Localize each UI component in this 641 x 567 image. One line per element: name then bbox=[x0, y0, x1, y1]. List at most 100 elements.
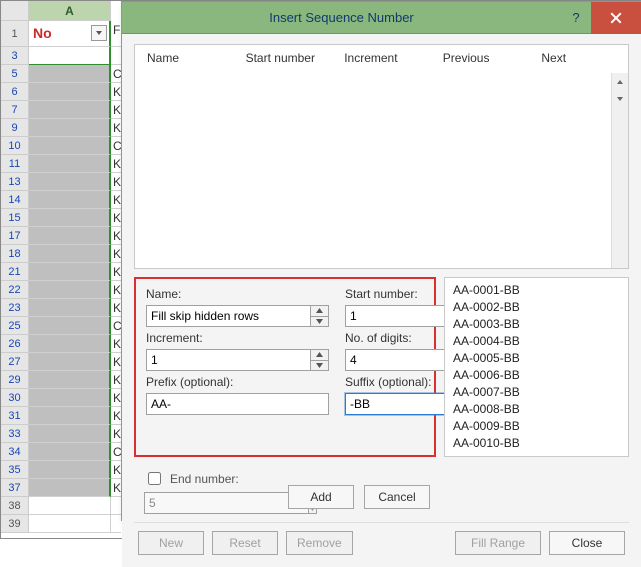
cell[interactable] bbox=[29, 281, 111, 299]
cell[interactable]: C bbox=[111, 137, 121, 155]
cell[interactable]: C bbox=[111, 317, 121, 335]
cell[interactable]: K bbox=[111, 479, 121, 497]
cell[interactable]: K bbox=[111, 209, 121, 227]
cell[interactable]: K bbox=[111, 119, 121, 137]
row-header[interactable]: 3 bbox=[1, 47, 29, 65]
row-header[interactable]: 35 bbox=[1, 461, 29, 479]
row-header[interactable]: 37 bbox=[1, 479, 29, 497]
new-button[interactable]: New bbox=[138, 531, 204, 555]
cell[interactable] bbox=[29, 389, 111, 407]
cell[interactable] bbox=[29, 173, 111, 191]
add-button[interactable]: Add bbox=[288, 485, 354, 509]
cell[interactable] bbox=[111, 47, 121, 65]
cell[interactable]: K bbox=[111, 425, 121, 443]
increment-input[interactable] bbox=[146, 349, 311, 371]
row-header[interactable]: 7 bbox=[1, 101, 29, 119]
cell[interactable]: K bbox=[111, 407, 121, 425]
row-header[interactable]: 18 bbox=[1, 245, 29, 263]
cell[interactable] bbox=[29, 65, 111, 83]
cell[interactable]: C bbox=[111, 443, 121, 461]
row-header[interactable]: 1 bbox=[1, 21, 29, 47]
cell[interactable]: K bbox=[111, 101, 121, 119]
cell[interactable] bbox=[29, 263, 111, 281]
end-number-checkbox[interactable]: End number: bbox=[144, 469, 272, 488]
header-cell[interactable]: No bbox=[29, 21, 111, 47]
cell[interactable] bbox=[29, 371, 111, 389]
remove-button[interactable]: Remove bbox=[286, 531, 353, 555]
cell[interactable] bbox=[29, 137, 111, 155]
cell[interactable] bbox=[111, 515, 121, 533]
cell[interactable]: K bbox=[111, 227, 121, 245]
cell[interactable] bbox=[111, 497, 121, 515]
row-header[interactable]: 11 bbox=[1, 155, 29, 173]
row-header[interactable]: 38 bbox=[1, 497, 29, 515]
filter-dropdown-icon[interactable] bbox=[91, 25, 107, 41]
close-button[interactable]: Close bbox=[549, 531, 625, 555]
prefix-input[interactable] bbox=[146, 393, 329, 415]
col-start[interactable]: Start number bbox=[234, 45, 333, 72]
fill-range-button[interactable]: Fill Range bbox=[455, 531, 541, 555]
cell[interactable] bbox=[29, 317, 111, 335]
cell[interactable]: K bbox=[111, 389, 121, 407]
col-previous[interactable]: Previous bbox=[431, 45, 530, 72]
reset-button[interactable]: Reset bbox=[212, 531, 278, 555]
cell[interactable] bbox=[29, 101, 111, 119]
cell[interactable]: K bbox=[111, 281, 121, 299]
cell[interactable] bbox=[29, 407, 111, 425]
cell[interactable]: K bbox=[111, 335, 121, 353]
cell[interactable]: K bbox=[111, 83, 121, 101]
end-number-input[interactable] bbox=[144, 492, 309, 514]
row-header[interactable]: 39 bbox=[1, 515, 29, 533]
cell[interactable] bbox=[29, 515, 111, 533]
spin-up-icon[interactable] bbox=[311, 350, 328, 361]
select-all-corner[interactable] bbox=[1, 1, 29, 21]
cell[interactable] bbox=[29, 353, 111, 371]
spin-down-icon[interactable] bbox=[311, 317, 328, 327]
name-field[interactable] bbox=[146, 305, 329, 327]
cancel-button[interactable]: Cancel bbox=[364, 485, 430, 509]
cell[interactable] bbox=[29, 461, 111, 479]
cell[interactable] bbox=[29, 227, 111, 245]
increment-field[interactable] bbox=[146, 349, 329, 371]
cell[interactable] bbox=[29, 155, 111, 173]
row-header[interactable]: 26 bbox=[1, 335, 29, 353]
row-header[interactable]: 34 bbox=[1, 443, 29, 461]
cell[interactable]: K bbox=[111, 461, 121, 479]
cell[interactable]: K bbox=[111, 299, 121, 317]
cell[interactable] bbox=[29, 335, 111, 353]
end-number-check[interactable] bbox=[148, 472, 161, 485]
name-input[interactable] bbox=[146, 305, 311, 327]
row-header[interactable]: 5 bbox=[1, 65, 29, 83]
row-header[interactable]: 23 bbox=[1, 299, 29, 317]
row-header[interactable]: 15 bbox=[1, 209, 29, 227]
row-header[interactable]: 13 bbox=[1, 173, 29, 191]
cell[interactable]: K bbox=[111, 155, 121, 173]
row-header[interactable]: 17 bbox=[1, 227, 29, 245]
col-increment[interactable]: Increment bbox=[332, 45, 431, 72]
row-header[interactable]: 14 bbox=[1, 191, 29, 209]
col-name[interactable]: Name bbox=[135, 45, 234, 72]
col-next[interactable]: Next bbox=[529, 45, 628, 72]
cell[interactable]: K bbox=[111, 371, 121, 389]
cell[interactable] bbox=[29, 119, 111, 137]
row-header[interactable]: 25 bbox=[1, 317, 29, 335]
cell[interactable]: K bbox=[111, 353, 121, 371]
row-header[interactable]: 9 bbox=[1, 119, 29, 137]
title-bar[interactable]: Insert Sequence Number ? bbox=[122, 2, 641, 34]
sequence-list[interactable]: Name Start number Increment Previous Nex… bbox=[134, 44, 628, 269]
list-scrollbar[interactable] bbox=[611, 73, 628, 268]
cell[interactable]: K bbox=[111, 191, 121, 209]
cell[interactable] bbox=[29, 443, 111, 461]
cell[interactable]: C bbox=[111, 65, 121, 83]
close-icon[interactable] bbox=[591, 2, 641, 34]
cell[interactable]: K bbox=[111, 245, 121, 263]
row-header[interactable]: 33 bbox=[1, 425, 29, 443]
row-header[interactable]: 27 bbox=[1, 353, 29, 371]
cell[interactable]: F bbox=[111, 21, 121, 47]
row-header[interactable]: 31 bbox=[1, 407, 29, 425]
spin-up-icon[interactable] bbox=[311, 306, 328, 317]
cell[interactable] bbox=[29, 83, 111, 101]
help-button[interactable]: ? bbox=[561, 10, 591, 25]
cell[interactable] bbox=[29, 245, 111, 263]
row-header[interactable]: 10 bbox=[1, 137, 29, 155]
